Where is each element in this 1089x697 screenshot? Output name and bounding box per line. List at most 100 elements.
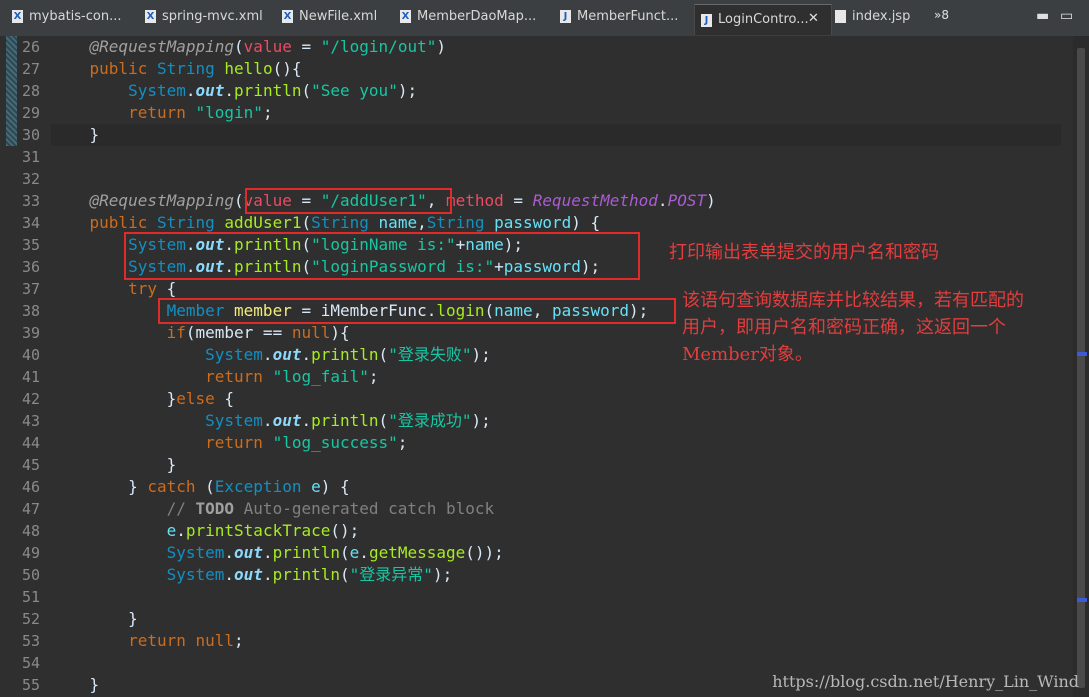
code-token: ( xyxy=(378,345,389,364)
code-token: == xyxy=(253,323,292,342)
code-token: null xyxy=(291,323,331,342)
xml-file-icon: X xyxy=(12,10,23,23)
code-line[interactable]: @RequestMapping(value = "/login/out") xyxy=(51,36,446,58)
line-number: 52 xyxy=(21,610,40,628)
line-number: 44 xyxy=(21,434,40,452)
code-token: . xyxy=(301,411,312,430)
code-line[interactable]: return "login"; xyxy=(51,102,273,124)
code-token: ); xyxy=(471,345,491,364)
code-token: Auto-generated catch block xyxy=(234,499,495,518)
code-line[interactable]: System.out.println("登录成功"); xyxy=(51,410,491,432)
code-line[interactable]: e.printStackTrace(); xyxy=(51,520,360,542)
code-token: ) xyxy=(436,37,446,56)
line-number: 38 xyxy=(21,302,40,320)
code-token: ( xyxy=(301,213,312,232)
tab-newfile-xml[interactable]: X NewFile.xml xyxy=(282,9,392,31)
scrollbar-thumb[interactable] xyxy=(1077,48,1085,688)
code-token: System xyxy=(166,565,225,584)
vertical-scrollbar[interactable] xyxy=(1073,36,1089,697)
code-line[interactable]: public String hello(){ xyxy=(51,58,302,80)
code-line[interactable]: } xyxy=(51,124,100,146)
code-token: return xyxy=(205,367,263,386)
code-line[interactable]: }else { xyxy=(51,388,234,410)
code-line[interactable]: } xyxy=(51,454,177,476)
line-number: 50 xyxy=(21,566,40,584)
code-token: out xyxy=(195,81,225,100)
annotation-print-note: 打印输出表单提交的用户名和密码 xyxy=(669,242,939,263)
tab-mybatis-config[interactable]: Xmybatis-con... xyxy=(12,9,132,31)
annotation-query-note-2: 用户，即用户名和密码正确，这返回一个 xyxy=(682,317,1006,338)
line-number: 53 xyxy=(21,632,40,650)
maximize-icon[interactable]: ▭ xyxy=(1060,8,1073,24)
code-token: println xyxy=(311,345,379,364)
minimize-icon[interactable]: ▬ xyxy=(1036,8,1049,24)
jsp-file-icon xyxy=(835,10,846,23)
code-token: (); xyxy=(330,521,360,540)
code-line[interactable]: System.out.println("登录失败"); xyxy=(51,344,491,366)
code-token: "登录成功" xyxy=(388,411,472,430)
tab-index-jsp[interactable]: index.jsp xyxy=(835,9,925,31)
code-token: } xyxy=(51,389,177,408)
code-token: } xyxy=(51,477,148,496)
line-number: 49 xyxy=(21,544,40,562)
tab-spring-mvc-xml[interactable]: Xspring-mvc.xml xyxy=(145,9,270,31)
code-token: "login" xyxy=(195,103,263,122)
code-token: POST xyxy=(667,191,707,210)
code-token: System xyxy=(166,543,225,562)
code-line[interactable]: try { xyxy=(51,278,176,300)
code-token: . xyxy=(359,543,369,562)
code-line[interactable]: if(member == null){ xyxy=(51,322,350,344)
code-token: ( xyxy=(340,565,350,584)
code-line[interactable]: return null; xyxy=(51,630,244,652)
code-token: { xyxy=(214,389,235,408)
xml-file-icon: X xyxy=(282,10,293,23)
code-token: return xyxy=(128,631,186,650)
tab-label: LoginContro... xyxy=(718,12,809,27)
code-token: "log_success" xyxy=(272,433,398,452)
line-number: 32 xyxy=(21,170,40,188)
line-number: 30 xyxy=(21,126,40,144)
code-line[interactable]: System.out.println(e.getMessage()); xyxy=(51,542,504,564)
highlight-box-value xyxy=(245,188,452,214)
code-token: @RequestMapping xyxy=(89,37,235,56)
code-editor[interactable]: 26 27 28 29 30 31 32 33 34 35 36 37 38 3… xyxy=(0,36,1089,697)
code-token: . xyxy=(262,565,273,584)
code-line[interactable]: // TODO Auto-generated catch block xyxy=(51,498,495,520)
code-token: ); xyxy=(432,565,453,584)
tab-overflow-button[interactable]: »8 xyxy=(934,8,949,22)
code-line[interactable]: System.out.println("See you"); xyxy=(51,80,417,102)
code-token: . xyxy=(224,565,235,584)
code-token: = xyxy=(503,191,533,210)
code-line[interactable]: } xyxy=(51,608,138,630)
line-number: 26 xyxy=(21,38,40,56)
code-line[interactable]: return "log_success"; xyxy=(51,432,407,454)
code-line[interactable]: } catch (Exception e) { xyxy=(51,476,350,498)
line-number: 47 xyxy=(21,500,40,518)
tab-memberdaomapper[interactable]: X MemberDaoMap... xyxy=(400,9,540,31)
code-token: name xyxy=(378,213,418,232)
tab-memberfunction[interactable]: J MemberFunct... xyxy=(560,9,685,31)
close-tab-icon[interactable]: ✕ xyxy=(808,11,819,26)
code-line[interactable]: System.out.println("登录异常"); xyxy=(51,564,453,586)
code-token: . xyxy=(185,81,196,100)
code-line[interactable]: return "log_fail"; xyxy=(51,366,378,388)
xml-file-icon: X xyxy=(400,10,411,23)
code-line[interactable]: public String addUser1(String name,Strin… xyxy=(51,212,601,234)
line-number: 31 xyxy=(21,148,40,166)
code-token: ( xyxy=(234,191,244,210)
code-line[interactable]: } xyxy=(51,674,100,696)
